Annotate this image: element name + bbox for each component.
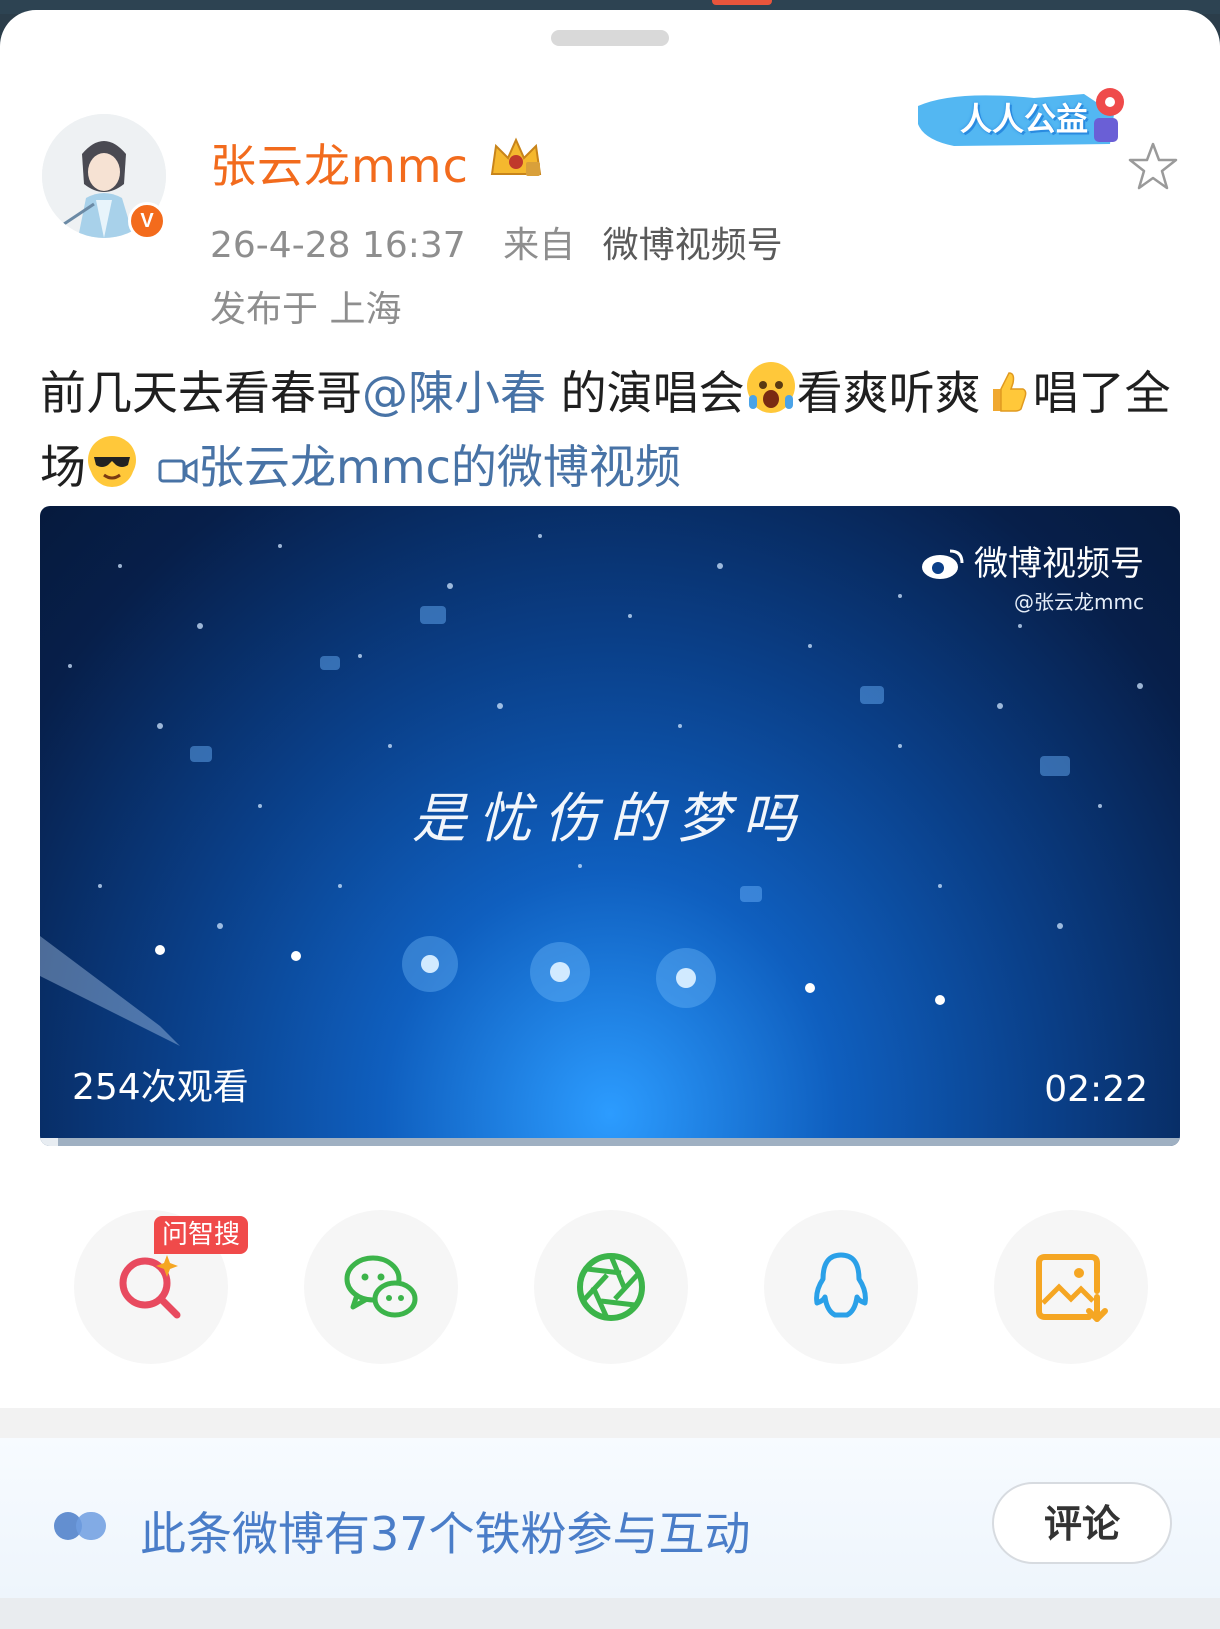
wechat-icon	[344, 1255, 418, 1318]
crown-badge-icon	[490, 137, 542, 176]
sunglasses-emoji-icon	[88, 436, 136, 487]
drag-handle[interactable]	[551, 30, 669, 46]
post-text-part3: 看爽听爽	[796, 366, 981, 420]
video-duration: 02:22	[1044, 1069, 1148, 1110]
share-qq-button[interactable]	[764, 1210, 918, 1364]
section-divider	[0, 1408, 1220, 1438]
comment-button[interactable]: 评论	[992, 1482, 1172, 1564]
video-camera-icon	[158, 458, 198, 484]
ai-search-icon	[119, 1255, 181, 1319]
watermark-brand: 微博视频号	[974, 544, 1144, 584]
thumbs-up-emoji-icon	[983, 362, 1031, 412]
share-moments-button[interactable]	[534, 1210, 688, 1364]
post-text: 前几天去看春哥@陳小春 的演唱会 看爽听爽 唱了全场 张云龙mmc的微博视频	[40, 356, 1190, 504]
share-wechat-button[interactable]	[304, 1210, 458, 1364]
qq-icon	[814, 1252, 868, 1318]
weibo-logo-icon	[922, 549, 964, 579]
video-progress-bar[interactable]	[40, 1138, 1180, 1146]
moments-icon	[577, 1253, 645, 1321]
top-indicator	[712, 0, 772, 5]
author-name[interactable]: 张云龙mmc	[210, 130, 469, 196]
view-count: 254次观看	[72, 1067, 249, 1108]
post-location: 发布于 上海	[210, 289, 402, 330]
fans-icon	[54, 1512, 106, 1540]
source-prefix: 来自	[503, 225, 576, 266]
share-save-image-button[interactable]	[994, 1210, 1148, 1364]
post-text-part1: 前几天去看春哥	[40, 366, 362, 420]
charity-badge-label: 人人公益	[960, 100, 1089, 138]
verified-badge-icon: V	[128, 202, 166, 240]
post-sheet: V 张云龙mmc 26-4-28 16:37 来自 微博视频号 发布于 上海 人…	[0, 10, 1220, 1629]
video-link[interactable]: 张云龙mmc的微博视频	[198, 440, 681, 494]
post-time: 26-4-28 16:37	[210, 225, 466, 266]
bottom-bar	[0, 1598, 1220, 1629]
fans-interaction-bar: 此条微博有37个铁粉参与互动 评论	[0, 1438, 1220, 1598]
scream-emoji-icon	[746, 362, 795, 413]
favorite-star-icon[interactable]	[1126, 140, 1180, 194]
video-lyric: 是忧伤的梦吗	[412, 787, 808, 850]
ai-tag: 问智搜	[154, 1216, 249, 1254]
weibo-video-watermark: 微博视频号	[920, 536, 1144, 585]
video-player[interactable]: 微博视频号 @张云龙mmc 是忧伤的梦吗 254次观看 02:22	[40, 506, 1180, 1146]
post-text-part2: 的演唱会	[546, 366, 745, 420]
watermark-user: @张云龙mmc	[1014, 590, 1144, 614]
post-meta: 26-4-28 16:37 来自 微博视频号	[210, 216, 783, 268]
mention-link[interactable]: @陳小春	[362, 366, 546, 420]
fans-interaction-text[interactable]: 此条微博有37个铁粉参与互动	[140, 1498, 751, 1564]
video-progress-fill	[40, 1138, 59, 1146]
save-image-icon	[1036, 1254, 1108, 1322]
source-link[interactable]: 微博视频号	[603, 225, 783, 266]
